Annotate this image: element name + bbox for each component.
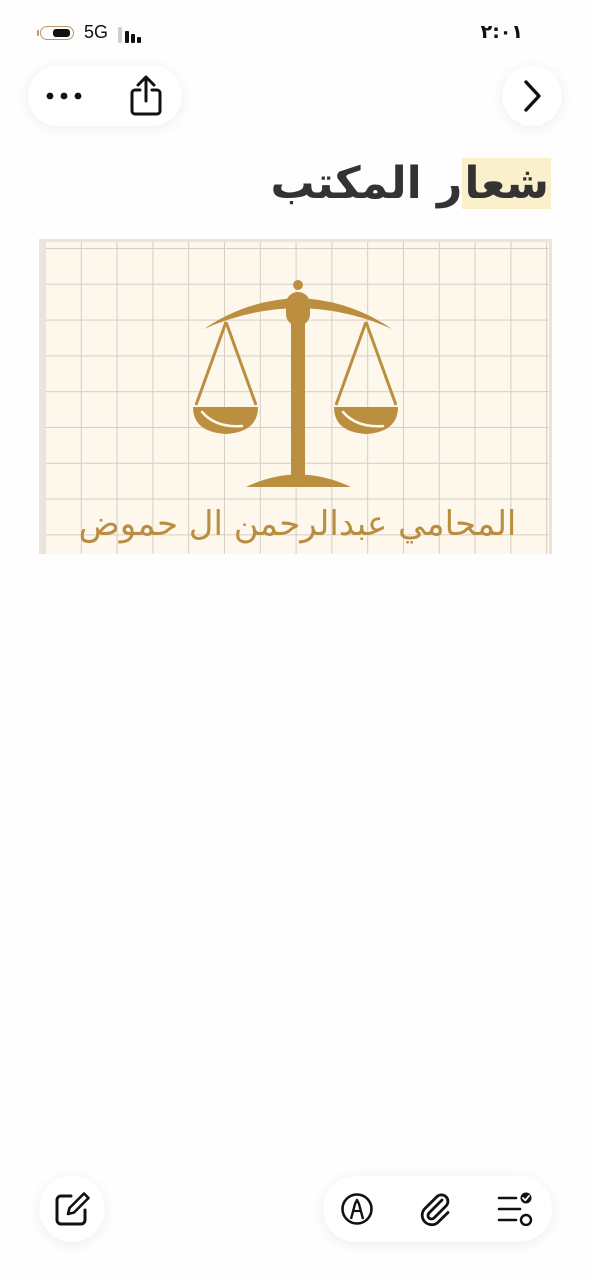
markup-pen-icon [341,1193,373,1225]
more-button[interactable] [42,76,86,116]
status-time: ٢:٠١ [480,21,523,43]
network-label: 5G [84,22,109,42]
compose-icon [55,1192,90,1226]
checklist-button[interactable] [491,1185,539,1233]
share-button[interactable] [122,72,170,120]
paperclip-icon [420,1193,450,1227]
checklist-icon [497,1192,533,1226]
logo-caption: المحامي عبدالرحمن ال حموض [78,504,517,544]
share-icon [130,75,162,116]
signal-strength-icon [118,25,146,43]
bottom-toolbar [323,1176,552,1242]
note-title[interactable]: شعار المكتب [270,150,551,220]
ellipsis-icon [46,92,82,100]
logo-background: المحامي عبدالرحمن ال حموض [46,242,549,554]
status-bar: 5G ٢:٠١ [0,20,591,50]
forward-button[interactable] [502,66,562,126]
markup-button[interactable] [333,1185,381,1233]
title-highlighted-text: شعا [462,158,551,209]
logo-image[interactable]: المحامي عبدالرحمن ال حموض [39,239,552,554]
chevron-right-icon [524,80,541,112]
title-text: ر المكتب [270,158,463,209]
attach-button[interactable] [411,1185,459,1233]
compose-button[interactable] [39,1176,105,1242]
top-toolbar [28,66,182,126]
battery-icon [37,26,74,40]
